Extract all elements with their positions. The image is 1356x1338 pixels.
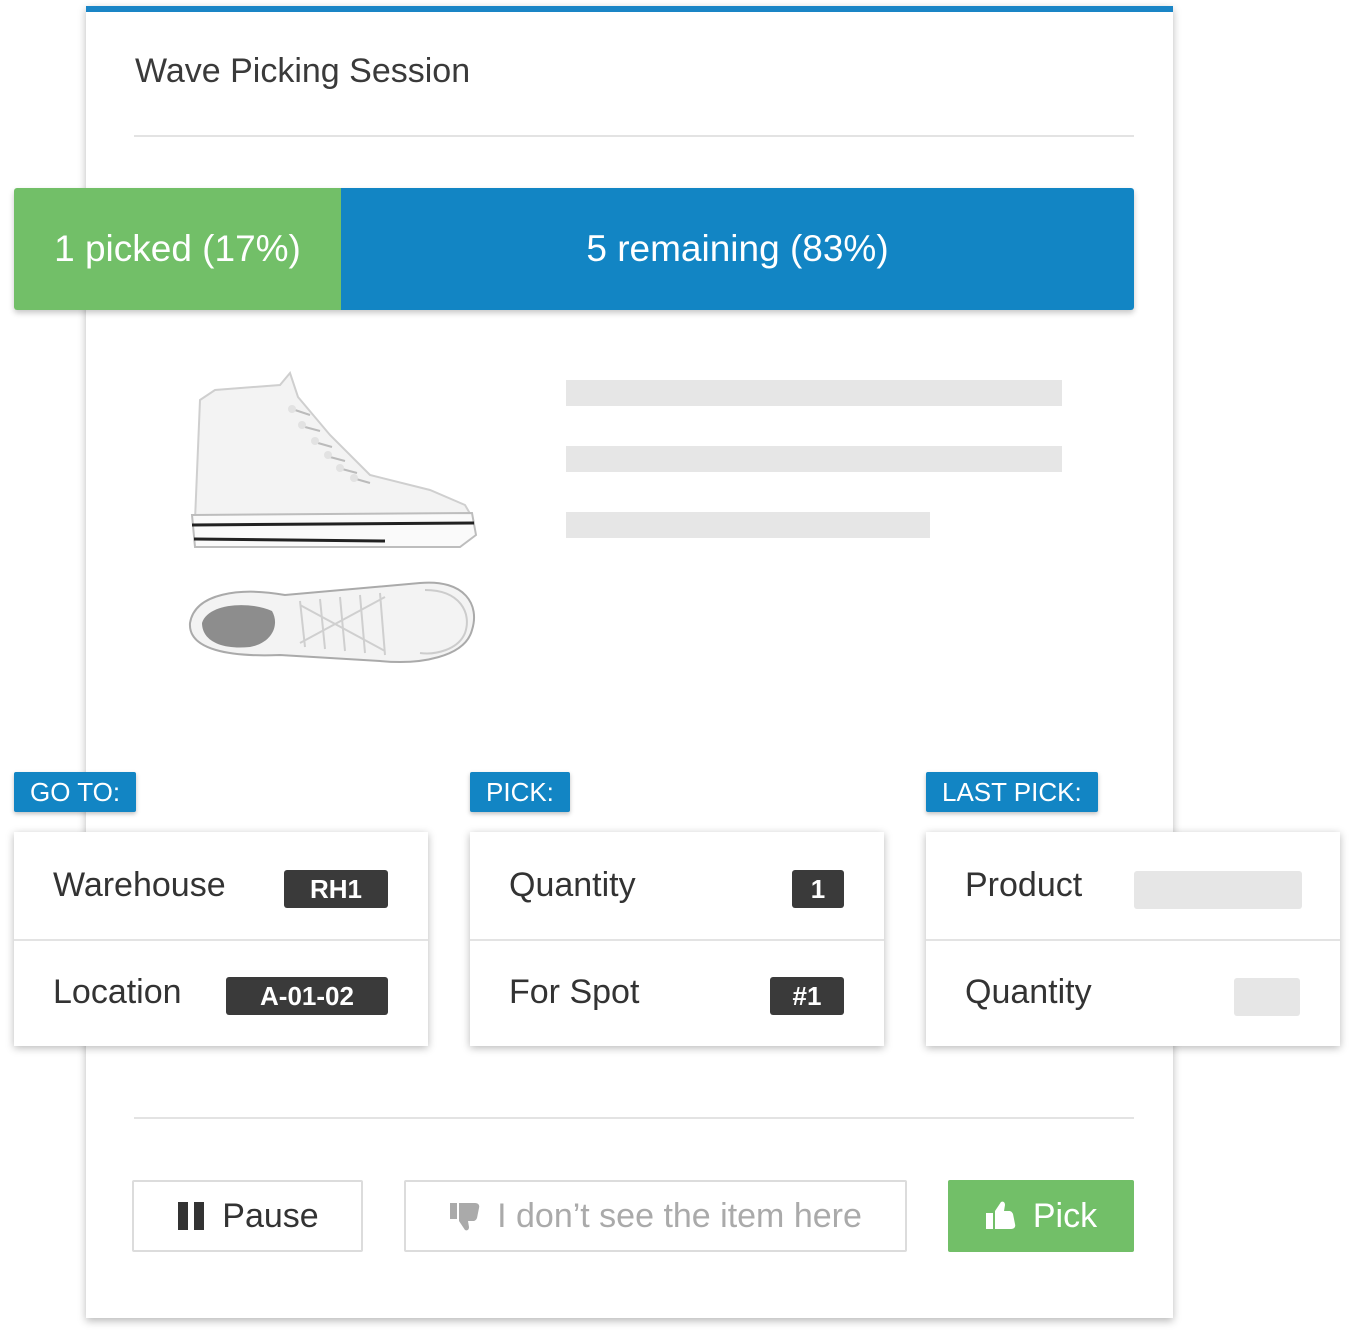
progress-picked: 1 picked (17%) xyxy=(14,188,341,310)
location-badge: A-01-02 xyxy=(226,977,388,1015)
last-quantity-label: Quantity xyxy=(965,973,1092,1011)
last-quantity-placeholder xyxy=(1234,978,1300,1016)
thumbs-up-icon xyxy=(985,1201,1016,1229)
pause-icon xyxy=(178,1202,205,1230)
last-product-label: Product xyxy=(965,866,1083,904)
pause-button[interactable]: Pause xyxy=(132,1180,363,1252)
spot-row: For Spot #1 xyxy=(470,939,884,1046)
last-product-row: Product xyxy=(926,832,1340,941)
pick-tag: PICK: xyxy=(470,772,570,812)
page-title: Wave Picking Session xyxy=(135,52,471,90)
pause-label: Pause xyxy=(222,1196,319,1235)
warehouse-badge: RH1 xyxy=(284,870,388,908)
pick-quantity-badge: 1 xyxy=(792,870,844,908)
warehouse-row: Warehouse RH1 xyxy=(14,832,428,941)
pick-label: Pick xyxy=(1032,1196,1098,1235)
location-row: Location A-01-02 xyxy=(14,939,428,1046)
progress-remaining-label: 5 remaining (83%) xyxy=(586,228,889,269)
goto-tag: GO TO: xyxy=(14,772,137,812)
item-missing-label: I don’t see the item here xyxy=(497,1196,862,1235)
warehouse-label: Warehouse xyxy=(53,866,226,904)
spot-badge: #1 xyxy=(770,977,844,1015)
pick-button[interactable]: Pick xyxy=(948,1180,1134,1252)
progress-remaining: 5 remaining (83%) xyxy=(341,188,1134,310)
goto-panel: Warehouse RH1 Location A-01-02 xyxy=(14,832,428,1046)
progress-bar: 1 picked (17%) 5 remaining (83%) xyxy=(14,188,1134,310)
last-product-placeholder xyxy=(1134,871,1302,909)
footer-divider xyxy=(134,1117,1134,1119)
last-pick-panel: Product Quantity xyxy=(926,832,1340,1046)
description-placeholder-3 xyxy=(566,512,930,538)
description-placeholder-1 xyxy=(566,380,1062,406)
divider xyxy=(134,135,1134,137)
pick-panel: Quantity 1 For Spot #1 xyxy=(470,832,884,1046)
pick-quantity-label: Quantity xyxy=(509,866,636,904)
progress-picked-label: 1 picked (17%) xyxy=(54,228,301,269)
thumbs-down-icon xyxy=(450,1203,480,1231)
last-quantity-row: Quantity xyxy=(926,939,1340,1046)
location-label: Location xyxy=(53,973,182,1011)
spot-label: For Spot xyxy=(509,973,640,1011)
last-pick-tag: LAST PICK: xyxy=(926,772,1098,812)
item-missing-button[interactable]: I don’t see the item here xyxy=(404,1180,907,1252)
product-image xyxy=(188,370,478,663)
pick-quantity-row: Quantity 1 xyxy=(470,832,884,941)
description-placeholder-2 xyxy=(566,446,1062,472)
